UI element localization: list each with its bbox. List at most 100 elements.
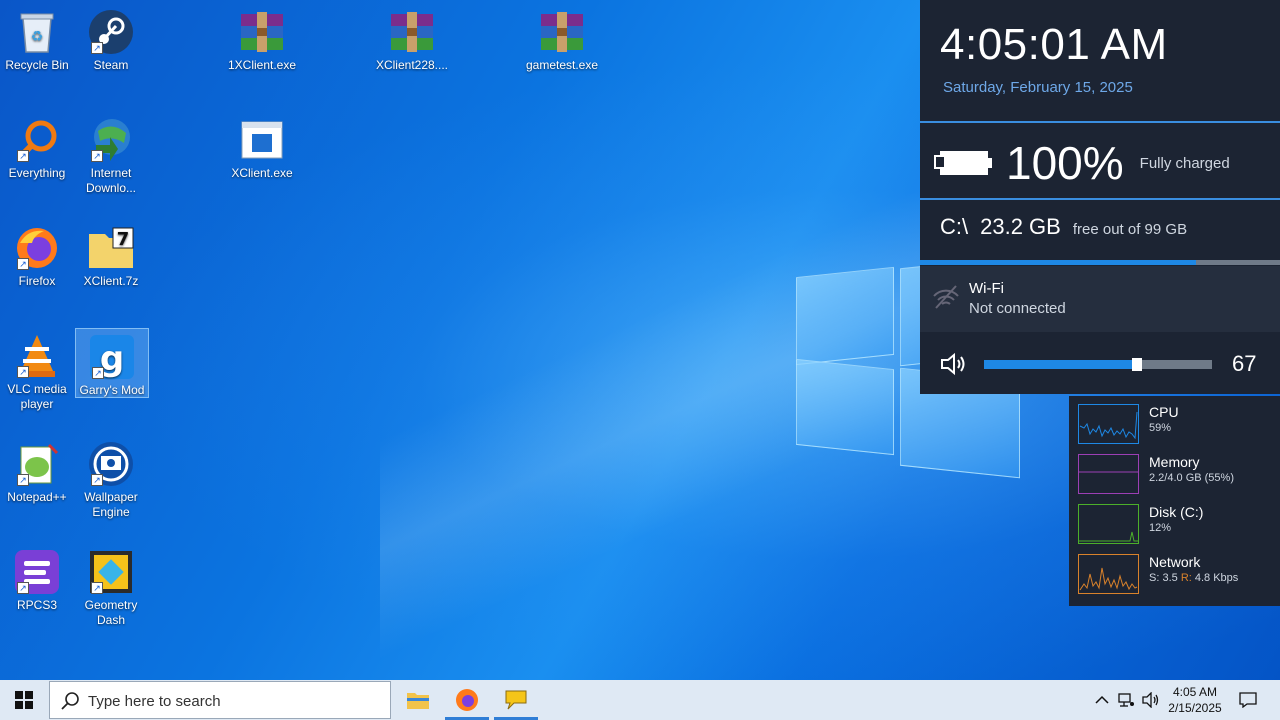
desktop-icon-label: Everything xyxy=(8,166,66,180)
performance-widget: CPU 59% Memory 2.2/4.0 GB (55%) Disk (C:… xyxy=(1069,396,1280,606)
network-tray-button[interactable] xyxy=(1114,680,1138,720)
vlc-icon: ↗ xyxy=(13,332,61,380)
speaker-icon xyxy=(1142,692,1159,708)
desktop-icon-geometry-dash[interactable]: ↗ Geometry Dash xyxy=(74,544,148,627)
volume-slider[interactable] xyxy=(984,358,1212,371)
perf-memory-value: 2.2/4.0 GB (55%) xyxy=(1149,472,1234,484)
desktop-icon-garrys-mod[interactable]: g ↗ Garry's Mod xyxy=(75,328,149,398)
disk-usage-bar xyxy=(920,260,1280,265)
panel-clock: 4:05:01 AM xyxy=(940,20,1168,69)
disk-free-value: 23.2 GB xyxy=(980,214,1061,239)
firefox-icon: ↗ xyxy=(13,224,61,272)
network-graph xyxy=(1078,554,1139,594)
volume-tray-button[interactable] xyxy=(1140,680,1162,720)
desktop-icon-label: Internet Downlo... xyxy=(85,166,137,195)
taskbar: Type here to search 4:05 AM 2/15/2025 xyxy=(0,680,1280,720)
start-button[interactable] xyxy=(0,680,48,720)
7zip-archive-icon: 7 xyxy=(87,224,135,272)
messages-app-icon xyxy=(505,690,527,710)
rpcs3-icon: ↗ xyxy=(13,548,61,596)
volume-fill xyxy=(984,360,1137,369)
desktop-icon-label: 1XClient.exe xyxy=(227,58,297,72)
desktop-icon-label: Wallpaper Engine xyxy=(84,490,138,519)
disk-graph xyxy=(1078,504,1139,544)
taskbar-messages-app[interactable] xyxy=(492,680,540,720)
disk-space: C:\ 23.2 GB free out of 99 GB xyxy=(940,214,1187,240)
wifi-status[interactable]: Wi-Fi Not connected xyxy=(920,266,1280,332)
desktop-icon-1xclient[interactable]: 1XClient.exe xyxy=(225,4,299,74)
action-center-button[interactable] xyxy=(1232,680,1264,720)
garrys-mod-icon: g ↗ xyxy=(88,333,136,381)
disk-total-text: free out of 99 GB xyxy=(1072,221,1188,238)
desktop-icon-xclient-7z[interactable]: 7 XClient.7z xyxy=(74,220,148,290)
desktop-icon-gametest[interactable]: gametest.exe xyxy=(525,4,599,74)
windows-icon xyxy=(15,691,33,709)
disk-drive-label: C:\ xyxy=(940,214,969,239)
perf-network-value: S: 3.5 R: 4.8 Kbps xyxy=(1149,572,1239,584)
perf-memory[interactable]: Memory 2.2/4.0 GB (55%) xyxy=(1069,446,1280,496)
desktop-icon-label: Garry's Mod xyxy=(79,383,145,397)
taskbar-date: 2/15/2025 xyxy=(1168,701,1222,715)
desktop-icon-wallpaper-engine[interactable]: ↗ Wallpaper Engine xyxy=(74,436,148,519)
everything-search-icon: ↗ xyxy=(13,116,61,164)
perf-cpu[interactable]: CPU 59% xyxy=(1069,396,1280,446)
desktop-icon-notepad-plus-plus[interactable]: ↗ Notepad++ xyxy=(0,436,74,506)
divider xyxy=(920,121,1280,123)
perf-network[interactable]: Network S: 3.5 R: 4.8 Kbps xyxy=(1069,546,1280,596)
taskbar-firefox[interactable] xyxy=(443,680,491,720)
chevron-up-icon xyxy=(1095,695,1109,704)
volume-value: 67 xyxy=(1232,351,1257,376)
notification-icon xyxy=(1239,692,1257,708)
taskbar-file-explorer[interactable] xyxy=(394,680,442,720)
desktop-icon-rpcs3[interactable]: ↗ RPCS3 xyxy=(0,544,74,614)
desktop-icon-steam[interactable]: ↗ Steam xyxy=(74,4,148,74)
taskbar-clock[interactable]: 4:05 AM 2/15/2025 xyxy=(1162,684,1228,716)
volume-slider-thumb[interactable] xyxy=(1131,358,1142,371)
desktop-icon-label: XClient.exe xyxy=(231,166,293,180)
desktop-icon-xclient228[interactable]: XClient228.... xyxy=(375,4,449,74)
svg-text:♻: ♻ xyxy=(31,29,44,45)
battery-charging-icon xyxy=(934,149,992,177)
notepad-plus-plus-icon: ↗ xyxy=(13,440,61,488)
desktop-icon-label: Recycle Bin xyxy=(5,58,69,72)
network-disconnected-icon xyxy=(1118,693,1134,707)
desktop-icon-label: VLC media player xyxy=(7,382,67,411)
taskbar-time: 4:05 AM xyxy=(1172,685,1218,699)
perf-network-title: Network xyxy=(1149,554,1201,570)
panel-date: Saturday, February 15, 2025 xyxy=(943,79,1133,96)
recycle-bin-icon: ♻ xyxy=(13,8,61,56)
desktop-icon-internet-download-manager[interactable]: ↗ Internet Downlo... xyxy=(74,112,148,195)
battery-status-text: Fully charged xyxy=(1139,154,1230,172)
desktop-icon-vlc[interactable]: ↗ VLC media player xyxy=(0,328,74,411)
disk-usage-fill xyxy=(920,260,1196,265)
desktop-icon-everything[interactable]: ↗ Everything xyxy=(0,112,74,182)
perf-disk[interactable]: Disk (C:) 12% xyxy=(1069,496,1280,546)
winrar-archive-icon xyxy=(388,8,436,56)
desktop-icon-recycle-bin[interactable]: ♻ Recycle Bin xyxy=(0,4,74,74)
battery-percent: 100% xyxy=(1006,137,1124,189)
wifi-status-text: Not connected xyxy=(969,300,1066,317)
desktop-icon-label: RPCS3 xyxy=(16,598,57,612)
battery-status: 100% Fully charged xyxy=(934,136,1230,190)
perf-memory-title: Memory xyxy=(1149,454,1200,470)
perf-disk-title: Disk (C:) xyxy=(1149,504,1204,520)
wallpaper-engine-icon: ↗ xyxy=(87,440,135,488)
winrar-archive-icon xyxy=(538,8,586,56)
show-hidden-icons-button[interactable] xyxy=(1092,680,1112,720)
system-info-panel: 4:05:01 AM Saturday, February 15, 2025 1… xyxy=(920,0,1280,394)
memory-graph xyxy=(1078,454,1139,494)
search-placeholder: Type here to search xyxy=(88,693,221,710)
executable-icon xyxy=(238,116,286,164)
taskbar-search-box[interactable]: Type here to search xyxy=(49,681,391,719)
desktop-icon-label: XClient228.... xyxy=(375,58,449,72)
speaker-icon[interactable] xyxy=(940,352,968,376)
desktop-icon-label: Geometry Dash xyxy=(84,598,138,627)
desktop-icon-firefox[interactable]: ↗ Firefox xyxy=(0,220,74,290)
desktop-icon-xclient[interactable]: XClient.exe xyxy=(225,112,299,182)
cpu-graph xyxy=(1078,404,1139,444)
firefox-icon xyxy=(456,689,478,711)
file-explorer-icon xyxy=(407,693,429,709)
desktop-icon-label: Steam xyxy=(93,58,129,72)
wifi-name: Wi-Fi xyxy=(969,280,1004,297)
desktop-icon-label: XClient.7z xyxy=(83,274,139,288)
